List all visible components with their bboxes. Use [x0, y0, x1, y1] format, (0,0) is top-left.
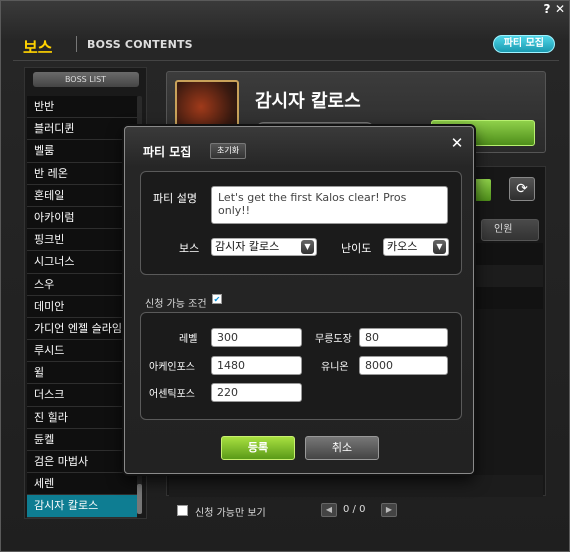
- register-button[interactable]: 등록: [221, 436, 295, 460]
- scrollbar-thumb[interactable]: [137, 484, 142, 514]
- boss-name: 감시자 칼로스: [255, 91, 361, 112]
- title-bar: ? ✕: [1, 1, 570, 19]
- desc-label: 파티 설명: [153, 192, 197, 205]
- boss-select-value: 감시자 칼로스: [215, 240, 280, 253]
- reset-button[interactable]: 초기화: [210, 143, 247, 159]
- boss-label: 보스: [179, 242, 200, 255]
- page-title: 보스: [23, 38, 53, 57]
- sidebar-boss-item[interactable]: 가디언 엔젤 슬라임: [27, 317, 137, 341]
- close-icon[interactable]: ✕: [449, 135, 465, 151]
- sidebar-boss-item[interactable]: 반반: [27, 96, 137, 119]
- mureung-field[interactable]: [359, 328, 448, 347]
- sidebar-boss-item[interactable]: 세렌: [27, 473, 137, 496]
- page-subtitle: BOSS CONTENTS: [87, 38, 193, 51]
- window-close-button[interactable]: ✕: [554, 2, 566, 16]
- next-page-icon[interactable]: ▶: [381, 503, 397, 517]
- arcane-force-field[interactable]: [211, 356, 302, 375]
- boss-select[interactable]: 감시자 칼로스 ▼: [211, 238, 317, 256]
- refresh-icon[interactable]: ⟳: [509, 177, 535, 201]
- cancel-button[interactable]: 취소: [305, 436, 379, 460]
- party-info-section: 파티 설명 보스 감시자 칼로스 ▼ 난이도 카오스 ▼: [140, 171, 462, 275]
- page-indicator: 0 / 0: [343, 504, 366, 515]
- union-field[interactable]: [359, 356, 448, 375]
- title-divider: [76, 36, 77, 52]
- conditions-section: 레벨 무릉도장 아케인포스 유니온 어센틱포스: [140, 312, 462, 420]
- level-label: 레벨: [179, 334, 198, 345]
- difficulty-label: 난이도: [341, 242, 372, 255]
- conditions-label: 신청 가능 조건: [145, 299, 207, 310]
- sidebar-boss-item[interactable]: 혼테일: [27, 184, 137, 207]
- level-field[interactable]: [211, 328, 302, 347]
- sidebar-boss-item[interactable]: 듄켈: [27, 428, 137, 451]
- sidebar-boss-item[interactable]: 핑크빈: [27, 229, 137, 252]
- sidebar-boss-item[interactable]: 시그너스: [27, 251, 137, 274]
- header: 보스 BOSS CONTENTS 파티 모집: [13, 29, 559, 61]
- boss-list: 반반 블러디퀸 벨룸 반 레온 혼테일 아카이럼 핑크빈 시그너스 스우 데미안 가디언 엔젤 슬라…: [27, 96, 137, 518]
- sidebar-boss-item[interactable]: 진 힐라: [27, 406, 137, 429]
- sidebar-boss-item[interactable]: 아카이럼: [27, 206, 137, 230]
- list-row: [169, 475, 543, 497]
- party-description-field[interactable]: [211, 186, 448, 224]
- sidebar-boss-item[interactable]: 반 레온: [27, 162, 137, 185]
- chevron-down-icon: ▼: [301, 240, 314, 254]
- sidebar-boss-item[interactable]: 데미안: [27, 295, 137, 318]
- mureung-label: 무릉도장: [315, 334, 352, 345]
- sidebar-boss-item[interactable]: 벨룸: [27, 140, 137, 163]
- prev-page-icon[interactable]: ◀: [321, 503, 337, 517]
- party-recruit-dialog: 파티 모집 초기화 ✕ 파티 설명 보스 감시자 칼로스 ▼ 난이도 카오스 ▼…: [124, 126, 474, 474]
- sidebar-boss-item[interactable]: 더스크: [27, 384, 137, 407]
- sidebar-boss-item[interactable]: 루시드: [27, 340, 137, 363]
- difficulty-select-value: 카오스: [387, 240, 418, 253]
- sidebar-boss-item[interactable]: 스우: [27, 273, 137, 296]
- difficulty-select[interactable]: 카오스 ▼: [383, 238, 449, 256]
- authentic-force-field[interactable]: [211, 383, 302, 402]
- party-recruit-button[interactable]: 파티 모집: [492, 35, 555, 53]
- dialog-title: 파티 모집: [143, 145, 192, 159]
- help-button[interactable]: ?: [541, 2, 553, 16]
- search-button[interactable]: [473, 179, 491, 201]
- sidebar-boss-item[interactable]: 검은 마법사: [27, 451, 137, 474]
- boss-list-header: BOSS LIST: [32, 72, 139, 87]
- list-footer: 신청 가능만 보기 ◀ 0 / 0 ▶: [171, 501, 541, 521]
- chevron-down-icon: ▼: [433, 240, 446, 254]
- available-only-label: 신청 가능만 보기: [195, 508, 266, 519]
- sidebar-boss-item[interactable]: 윌: [27, 362, 137, 385]
- column-header-members[interactable]: 인원: [481, 219, 539, 241]
- sidebar-boss-item[interactable]: 감시자 칼로스: [27, 495, 137, 518]
- arcane-force-label: 아케인포스: [149, 362, 195, 373]
- available-only-checkbox[interactable]: [177, 505, 188, 516]
- union-label: 유니온: [321, 362, 349, 373]
- conditions-checkbox[interactable]: ✔: [212, 294, 222, 304]
- authentic-force-label: 어센틱포스: [149, 389, 195, 400]
- sidebar-boss-item[interactable]: 블러디퀸: [27, 118, 137, 141]
